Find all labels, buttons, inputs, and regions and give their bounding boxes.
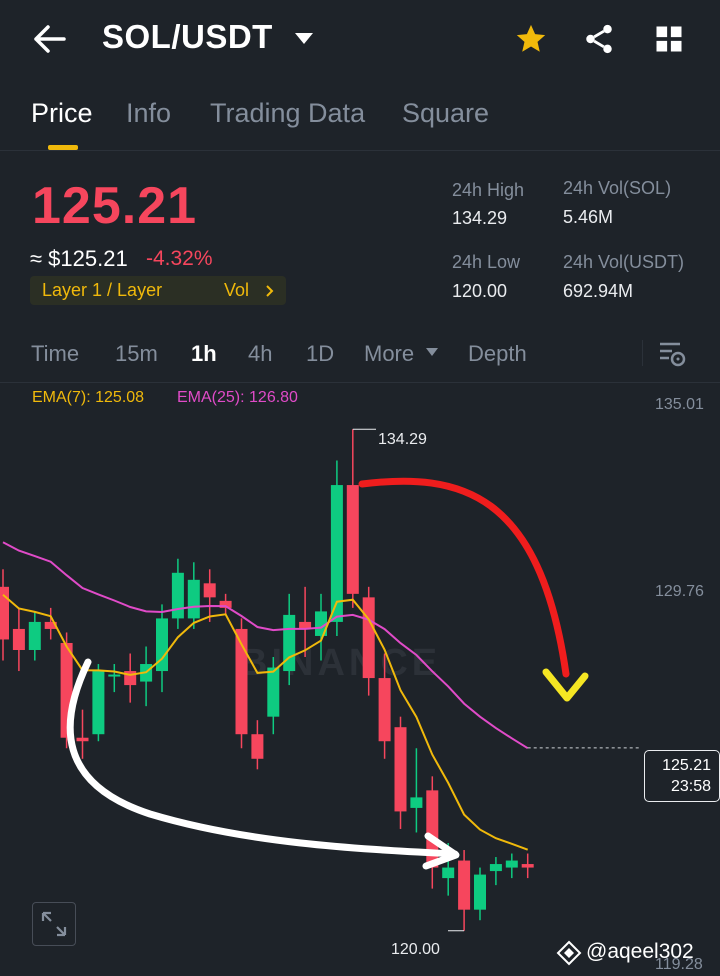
interval-15m[interactable]: 15m xyxy=(115,341,158,367)
candlestick-chart[interactable] xyxy=(0,384,640,976)
candle-body[interactable] xyxy=(442,867,455,879)
low-marker-label: 120.00 xyxy=(391,941,440,958)
chart-settings-icon[interactable] xyxy=(658,340,686,368)
candle-countdown: 23:58 xyxy=(670,778,711,795)
category-tag-vol: Vol xyxy=(224,280,250,300)
candle-body[interactable] xyxy=(203,583,216,598)
fullscreen-button[interactable] xyxy=(32,902,76,946)
vol-usdt-value: 692.94M xyxy=(563,281,634,301)
vol-sol-value: 5.46M xyxy=(563,207,614,227)
tab-square[interactable]: Square xyxy=(402,98,489,129)
vol-sol-label: 24h Vol(SOL) xyxy=(563,178,672,198)
axis-tick-mid: 129.76 xyxy=(655,583,704,600)
candle-body[interactable] xyxy=(346,485,359,594)
candle-body[interactable] xyxy=(410,797,423,808)
candle-body[interactable] xyxy=(108,674,121,677)
candle-body[interactable] xyxy=(267,667,280,717)
top-bar: SOL/USDT xyxy=(0,0,720,80)
vol-usdt-label: 24h Vol(USDT) xyxy=(563,252,685,272)
high-label: 24h High xyxy=(452,180,525,200)
back-arrow-icon[interactable] xyxy=(32,24,68,54)
high-marker-label: 134.29 xyxy=(378,431,427,448)
candle-body[interactable] xyxy=(394,727,407,812)
tab-depth[interactable]: Depth xyxy=(468,341,527,367)
interval-4h[interactable]: 4h xyxy=(248,341,272,367)
candle-body[interactable] xyxy=(458,860,471,910)
candle-body[interactable] xyxy=(362,597,375,679)
tab-trading-data[interactable]: Trading Data xyxy=(210,98,365,129)
candle-body[interactable] xyxy=(378,678,391,742)
share-icon[interactable] xyxy=(582,22,616,56)
candle-body[interactable] xyxy=(187,579,200,619)
last-price: 125.21 xyxy=(32,177,198,235)
candle-body[interactable] xyxy=(521,864,534,868)
tab-price[interactable]: Price xyxy=(31,98,93,129)
candle-body[interactable] xyxy=(251,734,264,759)
price-change: -4.32% xyxy=(146,247,213,270)
interval-time[interactable]: Time xyxy=(31,341,79,367)
divider xyxy=(0,382,720,383)
candle-body[interactable] xyxy=(489,864,502,872)
interval-1h[interactable]: 1h xyxy=(191,341,217,367)
caret-down-icon[interactable] xyxy=(294,32,314,46)
low-label: 24h Low xyxy=(452,252,521,272)
pair-title[interactable]: SOL/USDT xyxy=(102,18,273,56)
candle-body[interactable] xyxy=(28,621,41,650)
category-tag[interactable]: Layer 1 / Layer Vol xyxy=(30,276,286,305)
interval-1d[interactable]: 1D xyxy=(306,341,334,367)
divider xyxy=(0,150,720,151)
candle-body[interactable] xyxy=(12,628,25,650)
grid-menu-icon[interactable] xyxy=(654,24,684,54)
red-arrow-annotation xyxy=(358,477,570,678)
interval-more[interactable]: More xyxy=(364,341,414,367)
divider xyxy=(642,340,643,366)
low-value: 120.00 xyxy=(452,281,508,301)
ema7-line xyxy=(2,593,529,851)
usd-price: ≈ $125.21 xyxy=(30,246,128,271)
candle-body[interactable] xyxy=(474,874,486,910)
high-value: 134.29 xyxy=(452,208,508,228)
candle-body[interactable] xyxy=(505,860,518,868)
binance-logo-icon xyxy=(556,940,582,966)
more-caret-icon[interactable] xyxy=(425,347,439,357)
star-icon[interactable] xyxy=(514,22,548,56)
chevron-right-icon xyxy=(266,285,274,297)
candle-body[interactable] xyxy=(171,572,184,619)
candle-body[interactable] xyxy=(92,671,105,735)
tab-info[interactable]: Info xyxy=(126,98,171,129)
author-watermark: @aqeel302 xyxy=(586,940,694,963)
last-price-tag-value: 125.21 xyxy=(662,757,711,774)
last-price-tag: 125.21 23:58 xyxy=(644,750,720,802)
expand-icon xyxy=(41,911,67,937)
candle-body[interactable] xyxy=(76,737,89,742)
category-tag-label: Layer 1 / Layer xyxy=(42,280,163,300)
axis-tick-top: 135.01 xyxy=(655,396,704,413)
candle-body[interactable] xyxy=(283,614,296,672)
ema25-line xyxy=(2,541,529,750)
